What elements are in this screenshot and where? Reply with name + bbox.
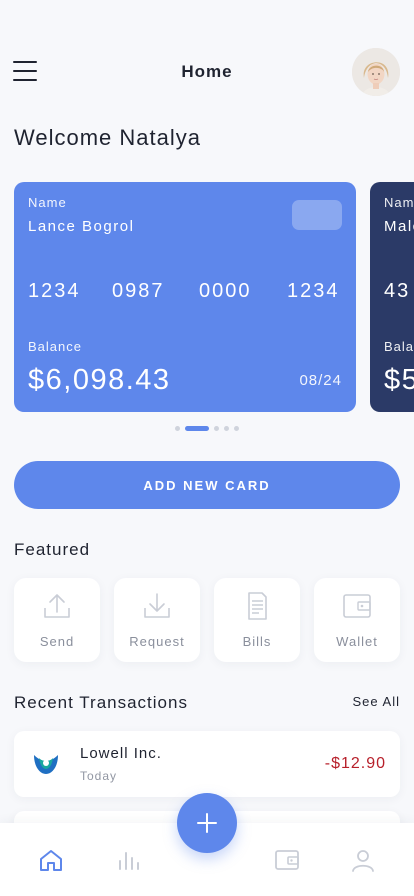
pager-dot[interactable] xyxy=(214,426,219,431)
download-icon xyxy=(144,593,170,618)
featured-label: Request xyxy=(129,634,185,649)
user-avatar[interactable] xyxy=(352,48,400,96)
recent-transactions-heading: Recent Transactions xyxy=(14,693,188,712)
company-logo-icon xyxy=(34,755,58,774)
wallet-icon xyxy=(343,594,371,618)
card-name-label: Nam xyxy=(384,195,414,210)
pager-dot[interactable] xyxy=(234,426,239,431)
add-new-card-button[interactable]: ADD NEW CARD xyxy=(14,461,400,509)
card-chip-icon xyxy=(292,200,342,230)
featured-wallet[interactable]: Wallet xyxy=(314,578,400,662)
card-number-group: 1234 xyxy=(28,280,81,302)
home-icon[interactable] xyxy=(38,847,64,873)
profile-icon[interactable] xyxy=(350,847,376,873)
featured-bills[interactable]: Bills xyxy=(214,578,300,662)
card-carousel[interactable]: Name Lance Bogrol 1234 0987 0000 1234 Ba… xyxy=(0,182,414,412)
see-all-link[interactable]: See All xyxy=(353,694,400,709)
card-balance-label: Bala xyxy=(384,339,414,354)
featured-label: Bills xyxy=(242,634,272,649)
transaction-name: Lowell Inc. xyxy=(80,745,162,762)
welcome-heading: Welcome Natalya xyxy=(14,125,201,150)
pager-dot-active[interactable] xyxy=(185,426,209,431)
transaction-row[interactable]: Lowell Inc. Today -$12.90 xyxy=(14,731,400,797)
card-balance-label: Balance xyxy=(28,339,82,354)
card-number-group: 1234 xyxy=(287,280,340,302)
card-number-group: 43 xyxy=(384,280,411,302)
pager-dot[interactable] xyxy=(175,426,180,431)
transaction-date: Today xyxy=(80,769,118,783)
pager-dot[interactable] xyxy=(224,426,229,431)
card-balance: $6,098.43 xyxy=(28,364,171,396)
card-expiry: 08/24 xyxy=(299,372,342,389)
featured-send[interactable]: Send xyxy=(14,578,100,662)
add-fab-button[interactable] xyxy=(177,793,237,853)
featured-heading: Featured xyxy=(14,540,91,559)
payment-card[interactable]: Nam Malc 43 Bala $5 xyxy=(370,182,414,412)
app-header: Home xyxy=(0,48,414,96)
plus-icon xyxy=(197,813,217,833)
carousel-pager xyxy=(0,426,414,432)
featured-label: Send xyxy=(39,634,75,649)
card-holder-name: Malc xyxy=(384,218,414,235)
bar-chart-icon[interactable] xyxy=(115,847,141,873)
card-number-group: 0000 xyxy=(199,280,252,302)
card-number-group: 0987 xyxy=(112,280,165,302)
card-balance: $5 xyxy=(384,364,414,396)
wallet-icon[interactable] xyxy=(274,847,300,873)
receipt-icon xyxy=(248,592,267,620)
featured-label: Wallet xyxy=(336,634,378,649)
payment-card[interactable]: Name Lance Bogrol 1234 0987 0000 1234 Ba… xyxy=(14,182,356,412)
transaction-amount: -$12.90 xyxy=(324,755,386,772)
card-holder-name: Lance Bogrol xyxy=(28,218,135,235)
upload-icon xyxy=(44,594,70,618)
card-name-label: Name xyxy=(28,195,67,210)
featured-request[interactable]: Request xyxy=(114,578,200,662)
